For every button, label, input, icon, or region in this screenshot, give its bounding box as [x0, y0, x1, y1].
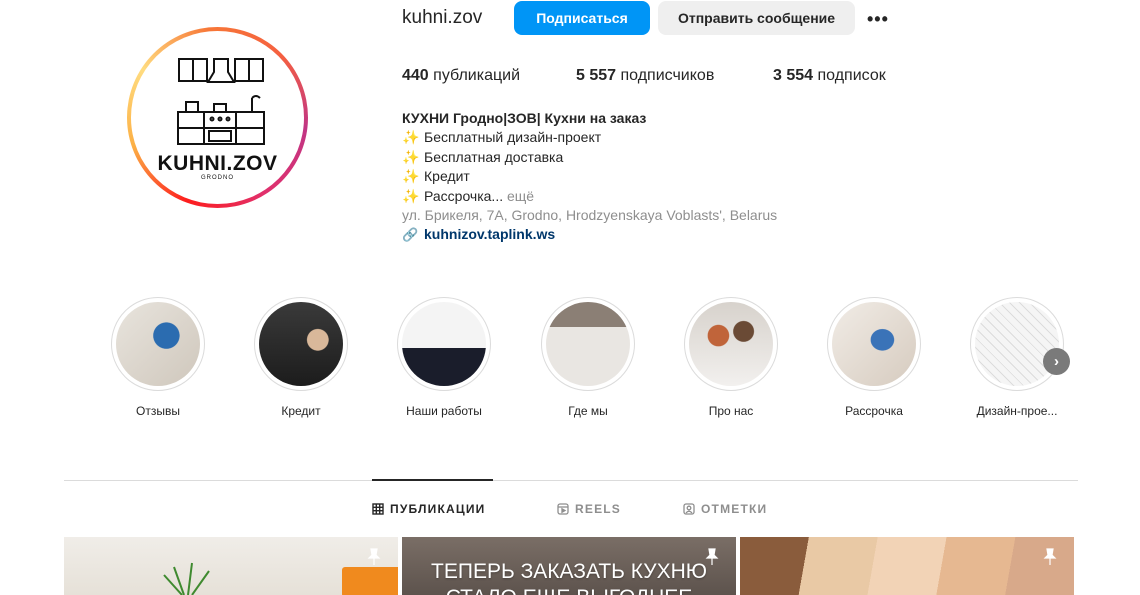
highlight-thumbnail	[546, 302, 630, 386]
post-tile[interactable]	[64, 537, 398, 595]
logo-subtitle: GRODNO	[201, 175, 234, 181]
bio-line: ✨ Рассрочка... ещё	[402, 187, 777, 206]
highlight-label: Где мы	[568, 404, 608, 418]
tab-reels[interactable]: REELS	[557, 502, 621, 516]
highlight-thumbnail	[975, 302, 1059, 386]
highlight-where-we-are[interactable]: Где мы	[541, 297, 635, 418]
bio-line: ✨ Бесплатный дизайн-проект	[402, 128, 777, 147]
profile-avatar[interactable]: KUHNI.ZOV GRODNO	[127, 27, 308, 208]
bio-line-text: Кредит	[424, 168, 470, 185]
bio-website-link[interactable]: 🔗 kuhnizov.taplink.ws	[402, 225, 777, 244]
highlight-our-works[interactable]: Наши работы	[397, 297, 491, 418]
plant-icon	[163, 562, 398, 595]
bio-more-link[interactable]: ещё	[507, 187, 534, 206]
post-tile[interactable]: ТЕПЕРЬ ЗАКАЗАТЬ КУХНЮ СТАЛО ЕЩЕ ВЫГОДНЕЕ	[402, 537, 736, 595]
bio-line: ✨ Бесплатная доставка	[402, 148, 777, 167]
send-message-button[interactable]: Отправить сообщение	[658, 1, 855, 35]
pinned-icon	[1043, 548, 1057, 565]
link-icon: 🔗	[402, 227, 419, 243]
followers-count: 5 557	[576, 67, 617, 84]
bio-line-text: Бесплатная доставка	[424, 148, 564, 165]
sparkles-icon: ✨	[402, 129, 420, 146]
bio-address[interactable]: ул. Брикеля, 7А, Grodno, Hrodzyenskaya V…	[402, 206, 777, 225]
highlight-thumbnail	[402, 302, 486, 386]
highlight-label: Наши работы	[406, 404, 482, 418]
highlight-label: Отзывы	[136, 404, 180, 418]
posts-label: публикаций	[433, 67, 521, 84]
sparkles-icon: ✨	[402, 148, 420, 165]
highlight-credit[interactable]: Кредит	[254, 297, 348, 418]
follow-button[interactable]: Подписаться	[514, 1, 650, 35]
kitchen-logo: KUHNI.ZOV GRODNO	[134, 34, 301, 201]
following-count: 3 554	[773, 67, 814, 84]
logo-wordmark: KUHNI.ZOV	[157, 152, 278, 175]
posts-stat: 440 публикаций	[402, 67, 520, 85]
bio-link-text: kuhnizov.taplink.ws	[424, 226, 556, 243]
highlight-label: Рассрочка	[845, 404, 903, 418]
highlight-thumbnail	[116, 302, 200, 386]
sparkles-icon: ✨	[402, 168, 420, 185]
highlight-label: Дизайн-прое...	[976, 404, 1058, 418]
sparkles-icon: ✨	[402, 187, 420, 204]
more-options-icon[interactable]: •••	[867, 9, 889, 30]
highlight-label: Про нас	[708, 404, 754, 418]
reels-icon	[557, 503, 569, 515]
tab-tagged[interactable]: ОТМЕТКИ	[683, 502, 767, 516]
profile-bio: КУХНИ Гродно|ЗОВ| Кухни на заказ ✨ Беспла…	[402, 109, 777, 245]
following-label: подписок	[817, 67, 886, 84]
tagged-icon	[683, 503, 695, 515]
pinned-icon	[705, 548, 719, 565]
highlight-thumbnail	[259, 302, 343, 386]
tab-label: ОТМЕТКИ	[701, 502, 768, 516]
posts-count: 440	[402, 67, 429, 84]
highlight-thumbnail	[832, 302, 916, 386]
following-stat[interactable]: 3 554 подписок	[773, 67, 886, 85]
bio-line-text: Бесплатный дизайн-проект	[424, 129, 602, 146]
tab-label: REELS	[575, 502, 622, 516]
pinned-icon	[367, 548, 381, 565]
followers-label: подписчиков	[620, 67, 715, 84]
bio-line: ✨ Кредит	[402, 167, 777, 186]
active-tab-indicator	[372, 479, 493, 481]
post-tile[interactable]	[740, 537, 1074, 595]
highlight-reviews[interactable]: Отзывы	[111, 297, 205, 418]
highlight-installments[interactable]: Рассрочка	[827, 297, 921, 418]
tabs-divider	[64, 480, 1078, 481]
bio-name: КУХНИ Гродно|ЗОВ| Кухни на заказ	[402, 110, 647, 126]
highlight-about-us[interactable]: Про нас	[684, 297, 778, 418]
profile-username: kuhni.zov	[402, 7, 483, 28]
bio-line-text: Рассрочка...	[424, 187, 504, 204]
highlight-label: Кредит	[281, 404, 321, 418]
grid-icon	[372, 503, 384, 515]
post-caption-overlay: ТЕПЕРЬ ЗАКАЗАТЬ КУХНЮ СТАЛО ЕЩЕ ВЫГОДНЕЕ	[431, 560, 707, 595]
tab-label: ПУБЛИКАЦИИ	[390, 502, 486, 516]
tab-posts[interactable]: ПУБЛИКАЦИИ	[372, 502, 485, 516]
highlight-thumbnail	[689, 302, 773, 386]
followers-stat[interactable]: 5 557 подписчиков	[576, 67, 714, 85]
highlights-next-icon[interactable]: ›	[1043, 348, 1070, 375]
